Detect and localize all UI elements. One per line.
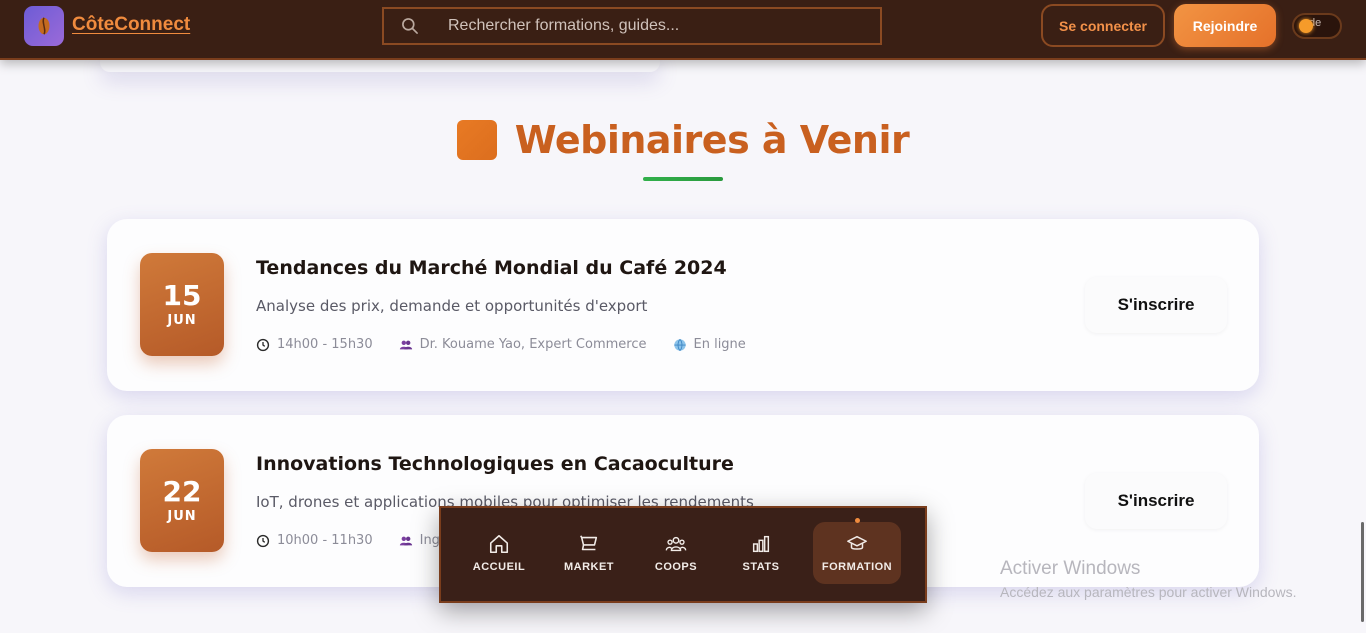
nav-item-coops[interactable]: COOPS: [640, 522, 712, 584]
section-title: Webinaires à Venir: [514, 118, 910, 162]
webinar-title: Tendances du Marché Mondial du Café 2024: [256, 257, 727, 279]
windows-activation-title: Activer Windows: [1000, 558, 1141, 579]
home-icon: [489, 534, 509, 554]
nav-label: STATS: [742, 561, 780, 573]
clock-icon: [256, 534, 270, 547]
date-day: 22: [162, 475, 202, 508]
brand-name[interactable]: CôteConnect: [72, 14, 190, 36]
windows-activation-subtitle: Accédez aux paramètres pour activer Wind…: [1000, 584, 1297, 600]
webinar-location: En ligne: [673, 337, 746, 352]
nav-label: COOPS: [654, 561, 698, 573]
date-month: JUN: [167, 313, 197, 328]
nav-item-market[interactable]: MARKET: [553, 522, 625, 584]
date-badge: 15 JUN: [140, 253, 224, 356]
time-text: 14h00 - 15h30: [277, 337, 373, 352]
theme-mode-toggle[interactable]: de: [1292, 13, 1342, 39]
cart-icon: [580, 535, 598, 551]
speaker-icon: [399, 536, 412, 545]
graduation-cap-icon: [847, 535, 867, 550]
speaker-icon: [399, 340, 412, 349]
speaker-text: Dr. Kouame Yao, Expert Commerce: [419, 337, 647, 352]
webinar-time: 10h00 - 11h30: [256, 533, 373, 548]
search-icon: [402, 18, 418, 34]
date-day: 15: [162, 279, 202, 312]
top-header: CôteConnect Se connecter Rejoindre de: [0, 0, 1366, 60]
date-badge: 22 JUN: [140, 449, 224, 552]
clock-icon: [256, 338, 270, 351]
nav-item-stats[interactable]: STATS: [725, 522, 797, 584]
title-underline: [643, 177, 723, 181]
webinar-speaker: Ing: [399, 533, 440, 548]
nav-label: FORMATION: [821, 561, 893, 573]
toggle-knob: [1299, 19, 1313, 33]
nav-item-formation[interactable]: FORMATION: [813, 522, 901, 584]
nav-label: ACCUEIL: [472, 561, 526, 573]
section-heading: Webinaires à Venir: [0, 112, 1366, 168]
webinar-description: Analyse des prix, demande et opportunité…: [256, 297, 648, 315]
coffee-bean-icon: [38, 17, 50, 35]
webinar-speaker: Dr. Kouame Yao, Expert Commerce: [399, 337, 647, 352]
webinar-meta: 10h00 - 11h30 Ing: [256, 533, 466, 548]
nav-item-accueil[interactable]: ACCUEIL: [463, 522, 535, 584]
webinar-time: 14h00 - 15h30: [256, 337, 373, 352]
scrollbar-thumb[interactable]: [1361, 522, 1364, 622]
users-icon: [665, 536, 687, 552]
speaker-text: Ing: [419, 533, 440, 548]
search-input[interactable]: [448, 17, 868, 35]
nav-label: MARKET: [563, 561, 615, 573]
date-month: JUN: [167, 509, 197, 524]
search-bar[interactable]: [382, 7, 882, 45]
section-icon: [456, 120, 497, 160]
bar-chart-icon: [752, 535, 770, 553]
globe-icon: [673, 338, 686, 351]
active-indicator-dot: [855, 518, 860, 523]
register-button[interactable]: S'inscrire: [1085, 473, 1227, 529]
webinar-title: Innovations Technologiques en Cacaocultu…: [256, 453, 734, 475]
location-text: En ligne: [693, 337, 746, 352]
register-button[interactable]: S'inscrire: [1085, 277, 1227, 333]
bottom-navigation: ACCUEIL MARKET COOPS STATS FORMATION: [439, 506, 927, 603]
login-button[interactable]: Se connecter: [1041, 4, 1165, 47]
webinar-card: 15 JUN Tendances du Marché Mondial du Ca…: [107, 219, 1259, 391]
join-button[interactable]: Rejoindre: [1174, 4, 1276, 47]
logo[interactable]: [24, 6, 64, 46]
webinar-meta: 14h00 - 15h30 Dr. Kouame Yao, Expert Com…: [256, 337, 772, 352]
time-text: 10h00 - 11h30: [277, 533, 373, 548]
